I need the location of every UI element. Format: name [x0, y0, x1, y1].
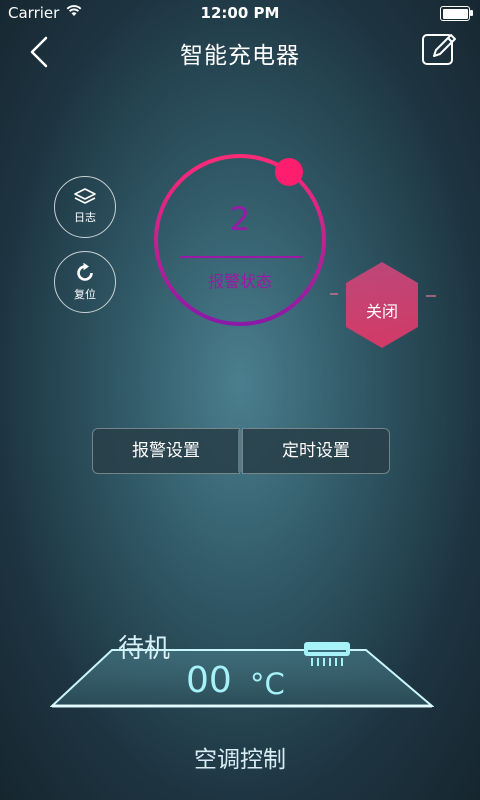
battery-icon	[440, 6, 473, 21]
log-label: 日志	[74, 211, 96, 224]
dial-knob[interactable]	[274, 157, 304, 187]
log-button[interactable]: 日志	[54, 176, 116, 238]
power-off-label: 关闭	[365, 302, 398, 321]
tab-alarm-settings[interactable]: 报警设置	[92, 428, 240, 474]
ac-temperature: 00	[186, 660, 232, 701]
refresh-icon	[77, 262, 93, 281]
edit-button[interactable]	[420, 30, 458, 68]
tab-timer-settings[interactable]: 定时设置	[242, 428, 390, 474]
reset-label: 复位	[74, 288, 96, 301]
ac-control-button[interactable]: 空调控制	[0, 740, 480, 774]
page-title: 智能充电器	[180, 43, 300, 69]
dial-divider	[180, 256, 302, 258]
alarm-status-label: 报警状态	[207, 272, 272, 291]
ac-mode-label: 待机	[118, 634, 171, 664]
layers-icon	[74, 188, 96, 204]
settings-tabs: 报警设置 定时设置	[92, 428, 390, 474]
ac-display-panel	[50, 649, 434, 708]
edit-icon	[422, 34, 456, 65]
ac-temperature-unit: °C	[250, 667, 285, 701]
alarm-status-dial: 2 报警状态	[150, 152, 330, 327]
reset-button[interactable]: 复位	[54, 251, 116, 313]
status-time: 12:00 PM	[200, 4, 280, 22]
power-off-button[interactable]: 关闭	[326, 256, 438, 356]
status-bar: Carrier 12:00 PM	[0, 0, 480, 26]
alarm-value: 2	[229, 200, 251, 238]
nav-bar: 智能充电器	[0, 26, 480, 76]
air-conditioner-icon	[304, 642, 350, 666]
